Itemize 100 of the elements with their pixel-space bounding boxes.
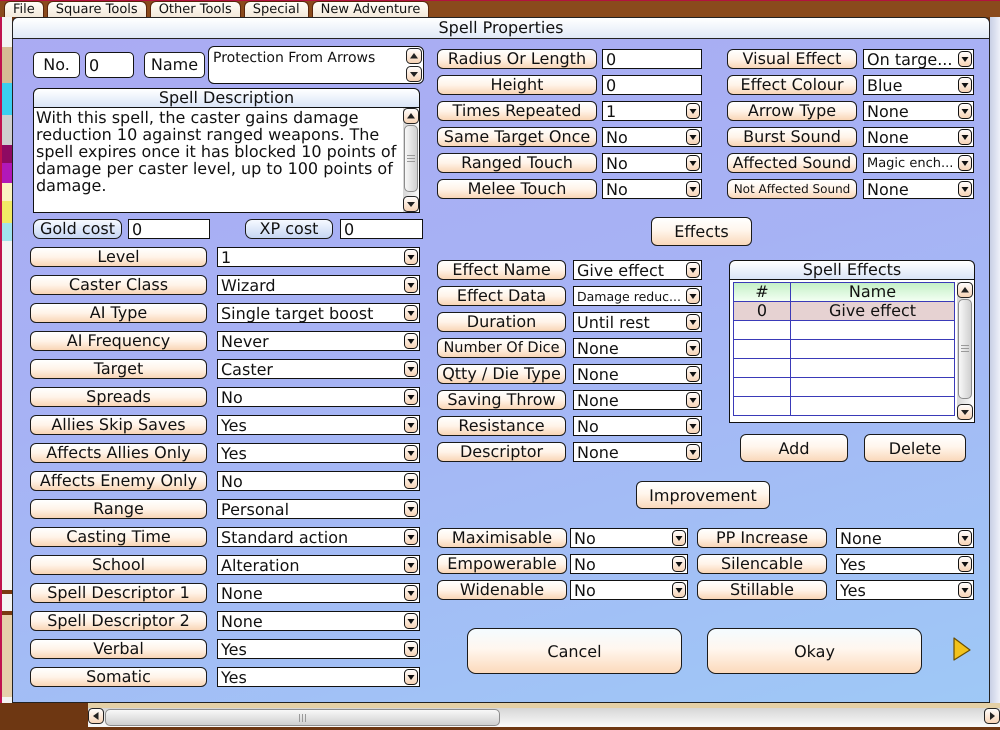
dropdown[interactable]: Yes xyxy=(836,554,974,574)
menu-tab[interactable]: New Adventure xyxy=(312,1,430,17)
dropdown[interactable]: Until rest xyxy=(573,312,702,332)
property-label: Silencable xyxy=(697,554,827,574)
dropdown[interactable]: None xyxy=(836,528,974,548)
dropdown[interactable]: Single target boost xyxy=(217,303,420,323)
property-label: Radius Or Length xyxy=(437,49,597,69)
scrollbar[interactable] xyxy=(957,282,973,420)
number-field[interactable]: 0 xyxy=(85,52,134,78)
cancel-button[interactable]: Cancel xyxy=(467,628,682,674)
dropdown[interactable]: None xyxy=(217,611,420,631)
dropdown[interactable]: Yes xyxy=(217,667,420,687)
dropdown[interactable]: None xyxy=(573,442,702,462)
dropdown[interactable]: Wizard xyxy=(217,275,420,295)
dropdown[interactable]: Standard action xyxy=(217,527,420,547)
cost-field[interactable]: 0 xyxy=(128,219,210,239)
property-label: Qtty / Die Type xyxy=(437,364,566,384)
dropdown[interactable]: None xyxy=(573,338,702,358)
dropdown[interactable]: On targe... xyxy=(863,49,974,69)
dropdown[interactable]: 1 xyxy=(217,247,420,267)
panel-title: Spell Description xyxy=(33,88,420,107)
property-label: Resistance xyxy=(437,416,566,436)
property-label: Affects Enemy Only xyxy=(30,471,207,491)
effects-button[interactable]: Effects xyxy=(651,217,752,246)
dropdown[interactable]: Yes xyxy=(836,580,974,600)
dropdown[interactable]: Alteration xyxy=(217,555,420,575)
property-label: Effect Name xyxy=(437,260,566,280)
dropdown[interactable]: No xyxy=(570,554,688,574)
property-label: Spreads xyxy=(30,387,207,407)
property-label: Same Target Once xyxy=(437,127,597,147)
property-label: Caster Class xyxy=(30,275,207,295)
property-label: Widenable xyxy=(437,580,567,600)
dropdown[interactable]: Caster xyxy=(217,359,420,379)
property-label: Casting Time xyxy=(30,527,207,547)
dropdown[interactable]: None xyxy=(863,179,974,199)
column-header: Name xyxy=(791,283,954,301)
dropdown[interactable]: Give effect xyxy=(573,260,702,280)
dropdown[interactable]: No xyxy=(570,528,688,548)
column-header: # xyxy=(734,283,791,301)
property-label: Duration xyxy=(437,312,566,332)
property-label: AI Frequency xyxy=(30,331,207,351)
property-label: Arrow Type xyxy=(727,101,857,121)
menu-tab[interactable]: Other Tools xyxy=(150,1,241,17)
dropdown[interactable]: Magic ench... xyxy=(863,153,974,173)
cost-field[interactable]: 0 xyxy=(340,219,423,239)
dropdown[interactable]: Blue xyxy=(863,75,974,95)
dropdown[interactable]: No xyxy=(602,179,702,199)
dropdown[interactable]: Yes xyxy=(217,415,420,435)
scrollbar-thumb[interactable] xyxy=(105,709,500,726)
text-field[interactable]: 0 xyxy=(602,75,702,95)
dropdown[interactable]: No xyxy=(602,153,702,173)
scrollbar-thumb[interactable] xyxy=(958,299,972,399)
table-cell: 0 xyxy=(734,302,791,320)
okay-button[interactable]: Okay xyxy=(707,628,922,674)
number-label: No. xyxy=(33,52,80,78)
menu-tab[interactable]: Square Tools xyxy=(46,1,147,17)
dropdown[interactable]: None xyxy=(573,364,702,384)
property-label: Burst Sound xyxy=(727,127,857,147)
property-label: Empowerable xyxy=(437,554,567,574)
dropdown[interactable]: No xyxy=(602,127,702,147)
property-label: Target xyxy=(30,359,207,379)
text-field[interactable]: 0 xyxy=(602,49,702,69)
dropdown[interactable]: None xyxy=(863,101,974,121)
property-label: Effect Colour xyxy=(727,75,857,95)
name-field[interactable]: Protection From Arrows xyxy=(208,46,424,84)
add-button[interactable]: Add xyxy=(740,434,848,462)
property-label: Somatic xyxy=(30,667,207,687)
menu-tab[interactable]: File xyxy=(4,1,44,17)
dropdown[interactable]: No xyxy=(573,416,702,436)
property-label: Stillable xyxy=(697,580,827,600)
improvement-button[interactable]: Improvement xyxy=(636,481,770,509)
property-label: Descriptor xyxy=(437,442,566,462)
menu-tab[interactable]: Special xyxy=(244,1,309,17)
table-title: Spell Effects xyxy=(729,260,975,279)
dropdown[interactable]: No xyxy=(570,580,688,600)
dropdown[interactable]: None xyxy=(863,127,974,147)
scrollbar-thumb[interactable] xyxy=(404,125,418,192)
property-label: Allies Skip Saves xyxy=(30,415,207,435)
dropdown[interactable]: 1 xyxy=(602,101,702,121)
scrollbar[interactable] xyxy=(403,108,419,212)
dropdown[interactable]: No xyxy=(217,387,420,407)
dropdown[interactable]: None xyxy=(217,583,420,603)
dropdown[interactable]: No xyxy=(217,471,420,491)
dropdown[interactable]: Damage reduc... xyxy=(573,286,702,306)
dropdown[interactable]: Never xyxy=(217,331,420,351)
property-label: Ranged Touch xyxy=(437,153,597,173)
table-row[interactable]: 0 Give effect xyxy=(734,302,954,321)
scrollbar[interactable] xyxy=(88,708,1000,727)
property-label: Visual Effect xyxy=(727,49,857,69)
dropdown[interactable]: Yes xyxy=(217,443,420,463)
property-label: Times Repeated xyxy=(437,101,597,121)
dropdown[interactable]: Yes xyxy=(217,639,420,659)
property-label: AI Type xyxy=(30,303,207,323)
dropdown[interactable]: None xyxy=(573,390,702,410)
property-label: PP Increase xyxy=(697,528,827,548)
dropdown[interactable]: Personal xyxy=(217,499,420,519)
property-label: Spell Descriptor 1 xyxy=(30,583,207,603)
table-cell-text: Give effect xyxy=(828,302,918,320)
description-field[interactable]: With this spell, the caster gains damage reduction 10 against ranged weapons. The spell expires once it has blocked 10 points of damage per caster level, up to 100 points of damage. xyxy=(33,107,420,213)
delete-button[interactable]: Delete xyxy=(864,434,966,462)
